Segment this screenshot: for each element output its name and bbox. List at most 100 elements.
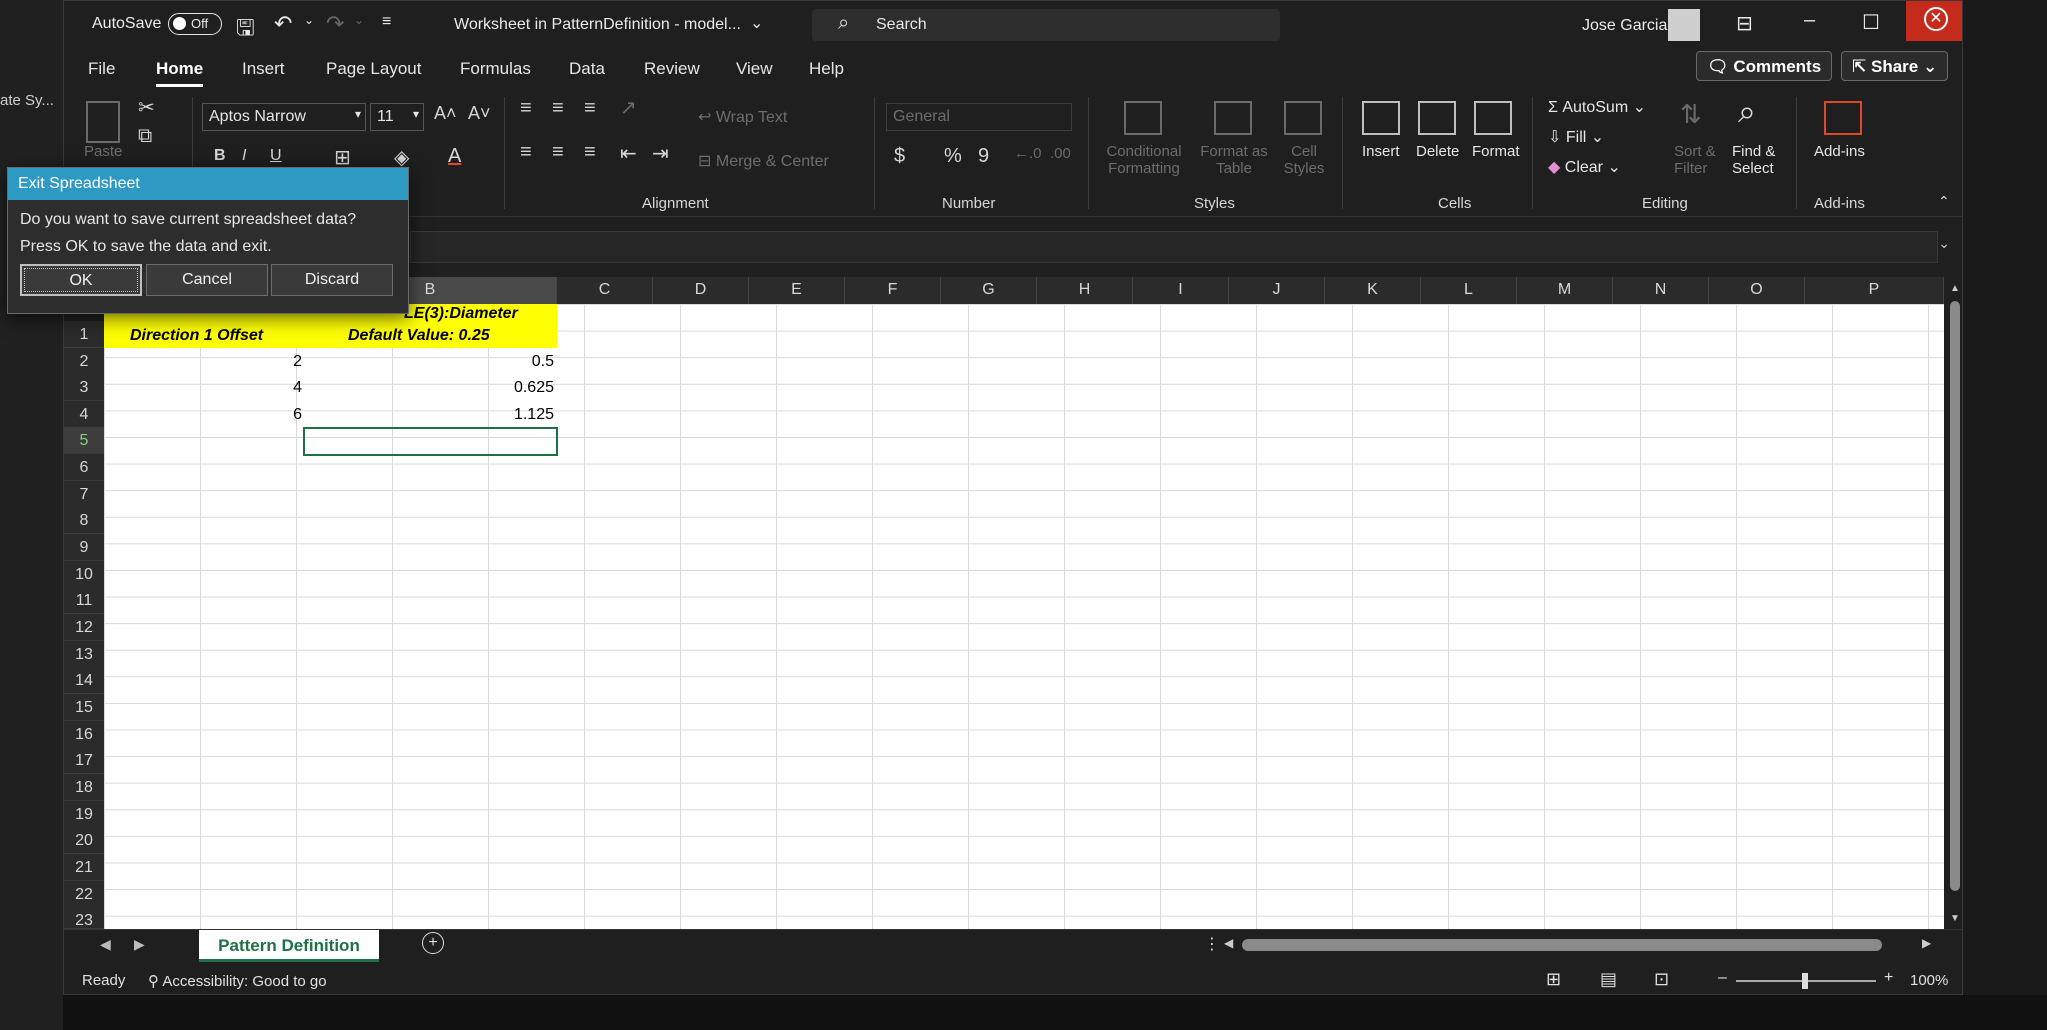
zoom-out-icon[interactable]: –: [1718, 969, 1727, 987]
column-header-i[interactable]: I: [1133, 277, 1229, 304]
document-title[interactable]: Worksheet in PatternDefinition - model..…: [454, 16, 741, 34]
tab-file[interactable]: File: [88, 59, 115, 79]
maximize-icon[interactable]: ☐: [1862, 10, 1880, 35]
vertical-scrollbar[interactable]: ▲ ▼: [1946, 277, 1962, 929]
row-header[interactable]: 14: [64, 667, 104, 694]
tab-home[interactable]: Home: [156, 59, 204, 87]
cut-icon[interactable]: ✂: [138, 95, 155, 120]
row-header[interactable]: 5: [64, 427, 104, 454]
cell-b2[interactable]: 0.5: [494, 353, 554, 371]
sheet-tab-pattern-definition[interactable]: Pattern Definition: [199, 930, 379, 962]
align-middle-icon[interactable]: ≡: [552, 97, 564, 120]
increase-decimal-icon[interactable]: ←.0: [1014, 145, 1042, 162]
find-select-button[interactable]: Find & Select: [1732, 143, 1775, 177]
insert-cells-icon[interactable]: [1362, 101, 1400, 135]
active-cell-b5[interactable]: [303, 427, 558, 456]
italic-icon[interactable]: I: [242, 147, 246, 165]
sort-filter-icon[interactable]: ⇅: [1680, 99, 1702, 130]
column-header-l[interactable]: L: [1421, 277, 1517, 304]
add-ins-button[interactable]: Add-ins: [1814, 143, 1865, 160]
horizontal-scrollbar[interactable]: ◀ ▶: [1224, 934, 1936, 956]
tab-review[interactable]: Review: [644, 59, 700, 79]
cell-area[interactable]: Direction 1 Offset LE(3):Diameter Defaul…: [104, 304, 1944, 929]
currency-icon[interactable]: $: [894, 145, 905, 168]
column-header-j[interactable]: J: [1229, 277, 1325, 304]
add-sheet-icon[interactable]: +: [422, 932, 444, 954]
format-as-table-button[interactable]: Format as Table: [1194, 143, 1274, 177]
tab-formulas[interactable]: Formulas: [460, 59, 531, 79]
wrap-text-button[interactable]: ↩ Wrap Text: [698, 107, 787, 127]
fill-button[interactable]: ⇩ Fill ⌄: [1548, 127, 1604, 147]
cell-a2[interactable]: 2: [282, 353, 302, 371]
page-layout-view-icon[interactable]: ▤: [1600, 969, 1617, 990]
redo-dropdown-icon[interactable]: ⌄: [354, 13, 364, 27]
column-header-h[interactable]: H: [1037, 277, 1133, 304]
horizontal-scroll-thumb[interactable]: [1242, 939, 1882, 951]
row-header[interactable]: 8: [64, 507, 104, 534]
header-cell-b-line1[interactable]: LE(3):Diameter: [404, 305, 518, 323]
tab-help[interactable]: Help: [809, 59, 844, 79]
autosave-toggle[interactable]: Off: [168, 13, 222, 35]
increase-indent-icon[interactable]: ⇥: [652, 141, 669, 166]
row-header[interactable]: 4: [64, 401, 104, 428]
prev-sheet-icon[interactable]: ◀: [100, 936, 111, 953]
cell-a4[interactable]: 6: [282, 406, 302, 424]
increase-font-icon[interactable]: A˄: [434, 103, 457, 124]
row-header[interactable]: 16: [64, 721, 104, 748]
column-header-k[interactable]: K: [1325, 277, 1421, 304]
decrease-indent-icon[interactable]: ⇤: [620, 141, 637, 166]
header-cell-a1[interactable]: Direction 1 Offset: [130, 327, 263, 345]
column-header-e[interactable]: E: [749, 277, 845, 304]
customize-toolbar-icon[interactable]: ≡: [382, 13, 391, 31]
align-center-icon[interactable]: ≡: [552, 141, 564, 164]
cancel-button[interactable]: Cancel: [146, 264, 268, 296]
formula-input[interactable]: [410, 231, 1938, 263]
orientation-icon[interactable]: ↗: [620, 95, 637, 120]
column-header-o[interactable]: O: [1709, 277, 1805, 304]
font-name-dropdown[interactable]: Aptos Narrow ▾: [202, 103, 366, 131]
align-left-icon[interactable]: ≡: [520, 141, 532, 164]
zoom-level[interactable]: 100%: [1910, 972, 1948, 989]
row-header[interactable]: 7: [64, 481, 104, 508]
cell-b3[interactable]: 0.625: [494, 379, 554, 397]
column-header-g[interactable]: G: [941, 277, 1037, 304]
row-header[interactable]: 18: [64, 774, 104, 801]
percent-icon[interactable]: %: [944, 145, 962, 168]
decrease-font-icon[interactable]: A˅: [468, 103, 491, 124]
ok-button[interactable]: OK: [20, 264, 142, 296]
search-box[interactable]: ⌕ Search: [812, 9, 1280, 41]
user-name[interactable]: Jose Garcia: [1582, 17, 1667, 35]
row-header[interactable]: 11: [64, 587, 104, 614]
row-header[interactable]: 23: [64, 907, 104, 929]
row-header[interactable]: 9: [64, 534, 104, 561]
scroll-right-icon[interactable]: ▶: [1922, 936, 1931, 950]
header-cell-b-line2[interactable]: Default Value: 0.25: [348, 327, 490, 345]
comma-style-icon[interactable]: 9: [978, 145, 989, 168]
align-right-icon[interactable]: ≡: [584, 141, 596, 164]
copy-icon[interactable]: ⧉: [138, 125, 152, 148]
row-header[interactable]: 6: [64, 454, 104, 481]
discard-button[interactable]: Discard: [271, 264, 393, 296]
zoom-slider-thumb[interactable]: [1802, 973, 1808, 989]
vertical-scroll-thumb[interactable]: [1950, 301, 1960, 891]
format-cells-icon[interactable]: [1474, 101, 1512, 135]
minimize-icon[interactable]: –: [1804, 9, 1815, 32]
row-header[interactable]: 17: [64, 747, 104, 774]
page-break-view-icon[interactable]: ⊡: [1654, 969, 1669, 990]
zoom-slider[interactable]: [1736, 973, 1876, 989]
expand-formula-icon[interactable]: ⌄: [1938, 235, 1950, 252]
column-header-f[interactable]: F: [845, 277, 941, 304]
row-header[interactable]: 12: [64, 614, 104, 641]
tab-page-layout[interactable]: Page Layout: [326, 59, 421, 79]
tab-view[interactable]: View: [736, 59, 773, 79]
accessibility-status[interactable]: ⚲ Accessibility: Good to go: [148, 972, 327, 990]
more-options-icon[interactable]: ⋮: [1204, 934, 1220, 954]
row-header[interactable]: 15: [64, 694, 104, 721]
paste-icon[interactable]: [86, 101, 120, 143]
add-ins-icon[interactable]: [1824, 101, 1862, 135]
insert-cells-button[interactable]: Insert: [1362, 143, 1400, 160]
underline-icon[interactable]: U: [270, 147, 282, 165]
next-sheet-icon[interactable]: ▶: [134, 936, 145, 953]
column-header-p[interactable]: P: [1805, 277, 1944, 304]
font-size-dropdown[interactable]: 11 ▾: [370, 103, 424, 131]
